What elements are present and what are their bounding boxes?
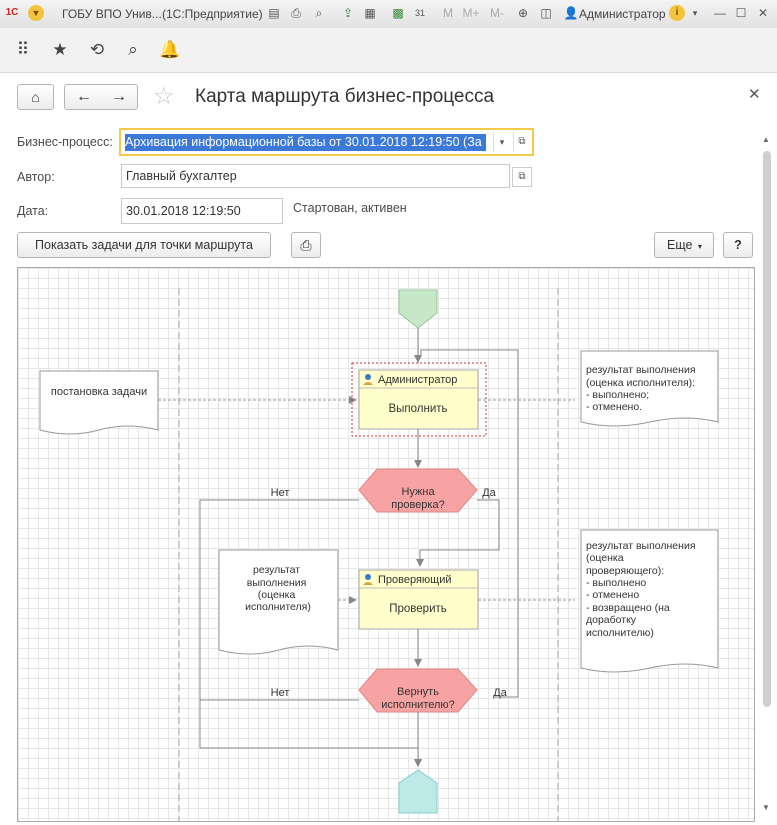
calendar-icon[interactable]: 31 xyxy=(412,5,428,21)
calculator-icon[interactable]: ▩ xyxy=(390,5,406,21)
route-end-point[interactable] xyxy=(398,769,438,814)
vertical-scrollbar[interactable]: ▲ ▼ xyxy=(760,135,774,815)
print-button[interactable]: ⎙ xyxy=(291,232,321,258)
forward-arrow-icon[interactable]: → xyxy=(107,86,131,108)
note-line: проверяющего): xyxy=(586,565,664,577)
title-bar: 1С ▼ ГОБУ ВПО Унив... (1С:Предприятие) ▤… xyxy=(0,0,777,29)
process-label: Бизнес-процесс: xyxy=(17,135,113,149)
note-line: результат выполнения xyxy=(586,364,696,376)
home-button[interactable]: ⌂ xyxy=(17,84,54,110)
mminus-icon[interactable]: M- xyxy=(486,5,508,21)
note-task-setting xyxy=(39,370,159,435)
cond2-no-label: Нет xyxy=(271,687,290,699)
scroll-up-icon[interactable]: ▲ xyxy=(762,135,770,144)
note-line: выполнения xyxy=(247,577,307,589)
history-icon[interactable]: ⟲ xyxy=(85,38,109,62)
show-tasks-button[interactable]: Показать задачи для точки маршрута xyxy=(17,232,271,258)
table-icon[interactable]: ▦ xyxy=(362,5,378,21)
author-value: Главный бухгалтер xyxy=(126,169,237,183)
print-icon[interactable]: ⎙ xyxy=(288,5,304,21)
scroll-down-icon[interactable]: ▼ xyxy=(762,803,770,812)
cond2-yes-label: Да xyxy=(493,687,507,699)
dropdown-icon[interactable]: ▾ xyxy=(493,132,510,152)
maximize-icon[interactable]: ☐ xyxy=(733,5,749,21)
chevron-down-icon[interactable]: ▾ xyxy=(687,5,703,21)
info-icon[interactable]: i xyxy=(669,5,685,21)
task-checker-header: Проверяющий xyxy=(378,574,452,586)
note-line: - выполнено; xyxy=(586,389,649,401)
open-link-icon[interactable]: ⧉ xyxy=(513,132,530,152)
cond1-yes-label: Да xyxy=(482,487,496,499)
user-icon xyxy=(365,374,371,380)
author-field[interactable]: Главный бухгалтер xyxy=(121,164,510,188)
route-map-canvas[interactable]: постановка задачи Администратор Выполнит… xyxy=(17,267,755,822)
process-value: Архивация информационной базы от 30.01.2… xyxy=(125,134,486,151)
preview-icon[interactable]: ⌕ xyxy=(311,5,327,21)
more-button[interactable]: Еще ▾ xyxy=(654,232,714,258)
note-line: - отменено xyxy=(586,589,639,601)
note-line: (оценка исполнителя): xyxy=(586,377,695,389)
date-label: Дата: xyxy=(17,204,49,218)
bell-icon[interactable]: 🔔 xyxy=(158,38,182,62)
close-icon[interactable]: ✕ xyxy=(755,5,771,21)
export-icon[interactable]: ⇪ xyxy=(340,5,356,21)
date-field[interactable]: 30.01.2018 12:19:50 xyxy=(121,198,283,224)
note-line: результат выполнения xyxy=(586,540,696,552)
user-icon xyxy=(365,574,371,580)
main-menu-icon[interactable]: ▼ xyxy=(28,5,44,21)
task-admin-action: Выполнить xyxy=(388,403,447,415)
favorite-star-icon[interactable]: ☆ xyxy=(153,84,175,110)
note-line: - выполнено xyxy=(586,577,646,589)
1c-logo-icon[interactable]: 1С xyxy=(4,5,20,21)
note-line: исполнителю) xyxy=(586,627,654,639)
route-start-point[interactable] xyxy=(398,289,438,329)
note-line: (оценка xyxy=(258,589,296,601)
author-label: Автор: xyxy=(17,170,55,184)
note-line: исполнителя) xyxy=(245,601,311,613)
status-text: Стартован, активен xyxy=(293,201,407,215)
process-field[interactable]: Архивация информационной базы от 30.01.2… xyxy=(119,128,534,156)
user-icon: 👤 xyxy=(563,6,579,20)
cond2-line2: исполнителю? xyxy=(381,699,455,711)
apps-grid-icon[interactable]: ⠿ xyxy=(11,38,35,62)
note-line: - отменено. xyxy=(586,401,642,413)
cond2-line1: Вернуть xyxy=(397,686,439,698)
star-icon[interactable]: ★ xyxy=(48,38,72,62)
user-name[interactable]: Администратор xyxy=(579,0,666,28)
window-app-name: (1С:Предприятие) xyxy=(162,7,263,21)
mplus-icon[interactable]: M+ xyxy=(460,5,482,21)
author-open-icon[interactable]: ⧉ xyxy=(512,167,532,187)
note-executor-result-text: результат выполнения (оценка исполнителя… xyxy=(245,564,311,613)
scroll-thumb[interactable] xyxy=(763,151,771,707)
back-arrow-icon[interactable]: ← xyxy=(72,86,96,108)
cond1-line2: проверка? xyxy=(391,499,444,511)
route-map-svg: постановка задачи Администратор Выполнит… xyxy=(39,288,719,821)
minimize-icon[interactable]: — xyxy=(712,5,728,21)
more-button-label: Еще xyxy=(667,238,693,252)
note-line: - возвращено (на xyxy=(586,602,670,614)
note-task-setting-text: постановка задачи xyxy=(51,386,147,398)
note-line: (оценка xyxy=(586,552,624,564)
close-form-icon[interactable]: ✕ xyxy=(748,85,761,103)
zoom-icon[interactable]: ⊕ xyxy=(515,5,531,21)
section-toolbar: ⠿ ★ ⟲ ⌕ 🔔 xyxy=(0,28,777,73)
cond1-no-label: Нет xyxy=(271,487,290,499)
date-value: 30.01.2018 12:19:50 xyxy=(126,204,241,218)
note-line: доработку xyxy=(586,614,637,626)
cond1-line1: Нужна xyxy=(401,486,435,498)
save-icon[interactable]: ▤ xyxy=(266,5,282,21)
note-line: результат xyxy=(253,564,300,576)
search-icon[interactable]: ⌕ xyxy=(121,38,145,62)
help-button[interactable]: ? xyxy=(723,232,753,258)
page-title: Карта маршрута бизнес-процесса xyxy=(195,86,495,107)
more-chevron-icon: ▾ xyxy=(697,242,702,251)
panel-icon[interactable]: ◫ xyxy=(538,5,554,21)
task-checker-action: Проверить xyxy=(389,603,447,615)
m-icon[interactable]: M xyxy=(440,5,456,21)
task-admin-header: Администратор xyxy=(378,374,457,386)
window-title: ГОБУ ВПО Унив... xyxy=(62,7,162,21)
